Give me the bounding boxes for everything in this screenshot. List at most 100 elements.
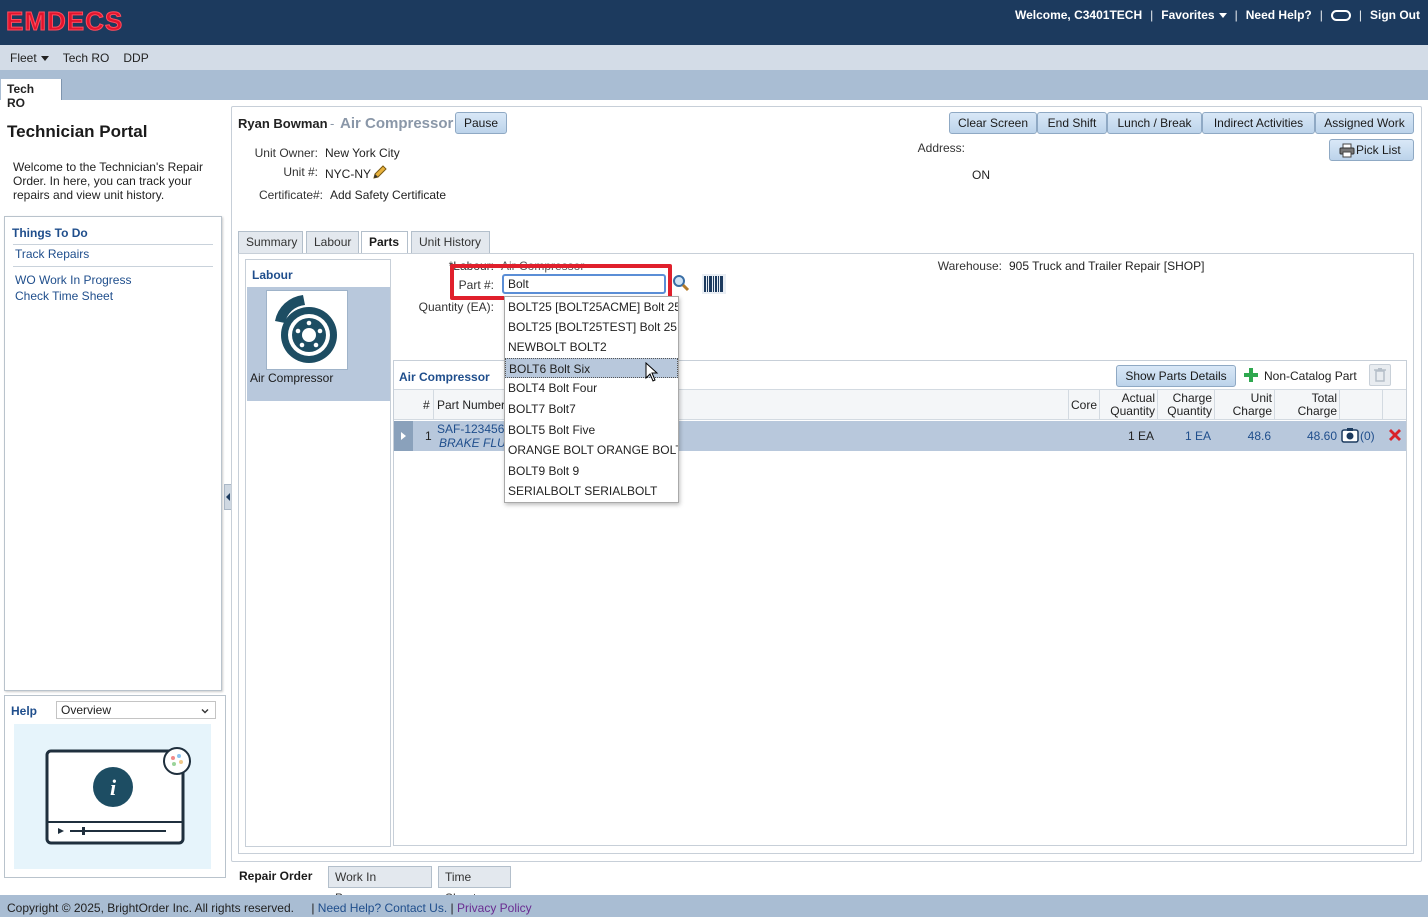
- labour-heading: Labour: [252, 268, 293, 282]
- menu-fleet[interactable]: Fleet: [10, 51, 49, 65]
- address-label: Address:: [917, 141, 965, 155]
- divider: [13, 266, 213, 267]
- technician-name: Ryan Bowman: [238, 116, 328, 131]
- tab-time-sheet[interactable]: Time Sheet: [438, 866, 511, 905]
- row-charge-quantity[interactable]: 1 EA: [1160, 429, 1211, 443]
- address-value: ON: [972, 168, 990, 182]
- highlight-box: [450, 264, 672, 300]
- suggestion-item[interactable]: BOLT5 Bolt Five: [505, 420, 678, 440]
- page-tab-strip: [0, 70, 1428, 100]
- track-repairs-link[interactable]: Track Repairs: [15, 247, 89, 261]
- tab-unit-history[interactable]: Unit History: [411, 231, 490, 253]
- column-separator: [1214, 390, 1215, 420]
- help-label: Help: [11, 704, 38, 718]
- emdecs-logo[interactable]: EMDECS: [5, 6, 123, 37]
- wo-work-in-progress-link[interactable]: WO Work In Progress: [15, 273, 131, 287]
- trash-icon[interactable]: [1369, 364, 1391, 386]
- pick-list-button[interactable]: Pick List: [1329, 139, 1414, 161]
- row-unit-charge[interactable]: 48.6: [1217, 429, 1271, 443]
- row-expand-icon[interactable]: [394, 421, 413, 451]
- tab-work-in-progress[interactable]: Work In Progress: [328, 866, 432, 905]
- non-catalog-part-link[interactable]: Non-Catalog Part: [1264, 369, 1357, 383]
- things-to-do-panel: Things To Do Track Repairs WO Work In Pr…: [4, 216, 222, 691]
- suggestion-item[interactable]: BOLT9 Bolt 9: [505, 461, 678, 481]
- separator: |: [1234, 8, 1238, 22]
- col-total-charge-line1: Total: [1311, 391, 1337, 405]
- col-unit-charge[interactable]: Unit Charge: [1217, 392, 1272, 418]
- col-actual-quantity-line2: Quantity: [1110, 404, 1155, 418]
- check-time-sheet-link[interactable]: Check Time Sheet: [15, 289, 113, 303]
- suggestion-item[interactable]: BOLT7 Bolt7: [505, 399, 678, 419]
- menu-fleet-label: Fleet: [10, 50, 37, 65]
- printer-icon: [1339, 143, 1355, 164]
- col-charge-quantity-line1: Charge: [1172, 391, 1212, 405]
- show-parts-details-button[interactable]: Show Parts Details: [1116, 365, 1236, 387]
- tab-summary[interactable]: Summary: [238, 231, 303, 253]
- suggestion-item[interactable]: ORANGE BOLT ORANGE BOLT: [505, 440, 678, 460]
- row-part-number[interactable]: SAF-123456: [437, 422, 504, 436]
- lunch-break-button[interactable]: Lunch / Break: [1107, 112, 1202, 134]
- privacy-policy-link[interactable]: Privacy Policy: [457, 901, 532, 915]
- unit-number-label: Unit #:: [283, 165, 318, 179]
- svg-text:i: i: [110, 775, 117, 800]
- help-panel: Help Overview i: [4, 695, 226, 878]
- col-unit-charge-line2: Charge: [1232, 404, 1272, 418]
- row-total-charge[interactable]: 48.60: [1277, 429, 1337, 443]
- col-total-charge[interactable]: Total Charge: [1277, 392, 1337, 418]
- tab-repair-order[interactable]: Repair Order: [233, 866, 323, 888]
- col-part-number[interactable]: Part Number: [437, 399, 505, 412]
- contact-us-link[interactable]: Need Help? Contact Us.: [318, 901, 447, 915]
- menu-tech-ro[interactable]: Tech RO: [63, 51, 110, 65]
- help-topic-select[interactable]: Overview: [56, 701, 216, 719]
- delete-x-icon[interactable]: [1387, 427, 1403, 446]
- portal-title: Technician Portal: [7, 122, 148, 141]
- welcome-text: Welcome, C3401TECH: [1014, 8, 1143, 22]
- menu-ddp[interactable]: DDP: [123, 51, 148, 65]
- suggestion-item[interactable]: SERIALBOLT SERIALBOLT: [505, 481, 678, 501]
- end-shift-button[interactable]: End Shift: [1037, 112, 1107, 134]
- indirect-activities-button[interactable]: Indirect Activities: [1202, 112, 1315, 134]
- col-charge-quantity[interactable]: Charge Quantity: [1160, 392, 1212, 418]
- tab-labour[interactable]: Labour: [306, 231, 359, 253]
- separator: |: [1150, 8, 1154, 22]
- favorites-menu[interactable]: Favorites: [1161, 8, 1227, 22]
- separator: |: [1358, 8, 1362, 22]
- assigned-work-button[interactable]: Assigned Work: [1315, 112, 1414, 134]
- suggestion-item[interactable]: BOLT25 [BOLT25TEST] Bolt 25: [505, 317, 678, 337]
- need-help-link[interactable]: Need Help?: [1246, 8, 1312, 22]
- chevron-down-icon: [201, 704, 209, 718]
- current-activity: Air Compressor: [340, 115, 454, 132]
- barcode-icon[interactable]: [702, 274, 726, 297]
- suggestion-item[interactable]: BOLT25 [BOLT25ACME] Bolt 25: [505, 297, 678, 317]
- pause-button[interactable]: Pause: [455, 112, 507, 134]
- row-actual-quantity: 1 EA: [1127, 429, 1154, 443]
- camera-icon[interactable]: [1341, 427, 1359, 446]
- unit-number-link[interactable]: NYC-NY: [325, 167, 371, 181]
- edit-pencil-icon[interactable]: [372, 164, 388, 183]
- sign-out-link[interactable]: Sign Out: [1370, 8, 1420, 22]
- col-total-charge-line2: Charge: [1297, 404, 1337, 418]
- column-separator: [1068, 390, 1069, 420]
- unit-owner-value: New York City: [325, 146, 400, 160]
- page-tab-tech-ro[interactable]: Tech RO: [1, 79, 62, 110]
- suggestion-item[interactable]: NEWBOLT BOLT2: [505, 337, 678, 357]
- help-video-thumbnail[interactable]: i: [14, 724, 211, 869]
- add-plus-icon[interactable]: [1243, 367, 1259, 386]
- col-core[interactable]: Core: [1071, 399, 1097, 412]
- add-safety-certificate-link[interactable]: Add Safety Certificate: [330, 188, 446, 202]
- warehouse-link[interactable]: 905 Truck and Trailer Repair [SHOP]: [1009, 259, 1204, 273]
- tab-parts[interactable]: Parts: [361, 231, 408, 254]
- quantity-label: Quantity (EA):: [418, 300, 494, 314]
- certificate-label: Certificate#:: [258, 188, 323, 202]
- col-charge-quantity-line2: Quantity: [1167, 404, 1212, 418]
- labour-item-selected[interactable]: Air Compressor: [247, 287, 390, 401]
- clear-screen-button[interactable]: Clear Screen: [949, 112, 1037, 134]
- search-icon[interactable]: [672, 274, 690, 295]
- caret-down-icon: [40, 55, 49, 61]
- portal-welcome-text: Welcome to the Technician's Repair Order…: [13, 160, 203, 202]
- toggle-icon[interactable]: [1330, 9, 1351, 21]
- top-bar: EMDECS Welcome, C3401TECH | Favorites | …: [0, 0, 1428, 45]
- col-actual-quantity[interactable]: Actual Quantity: [1102, 392, 1155, 418]
- photo-count[interactable]: (0): [1360, 429, 1375, 443]
- column-separator: [1339, 390, 1340, 420]
